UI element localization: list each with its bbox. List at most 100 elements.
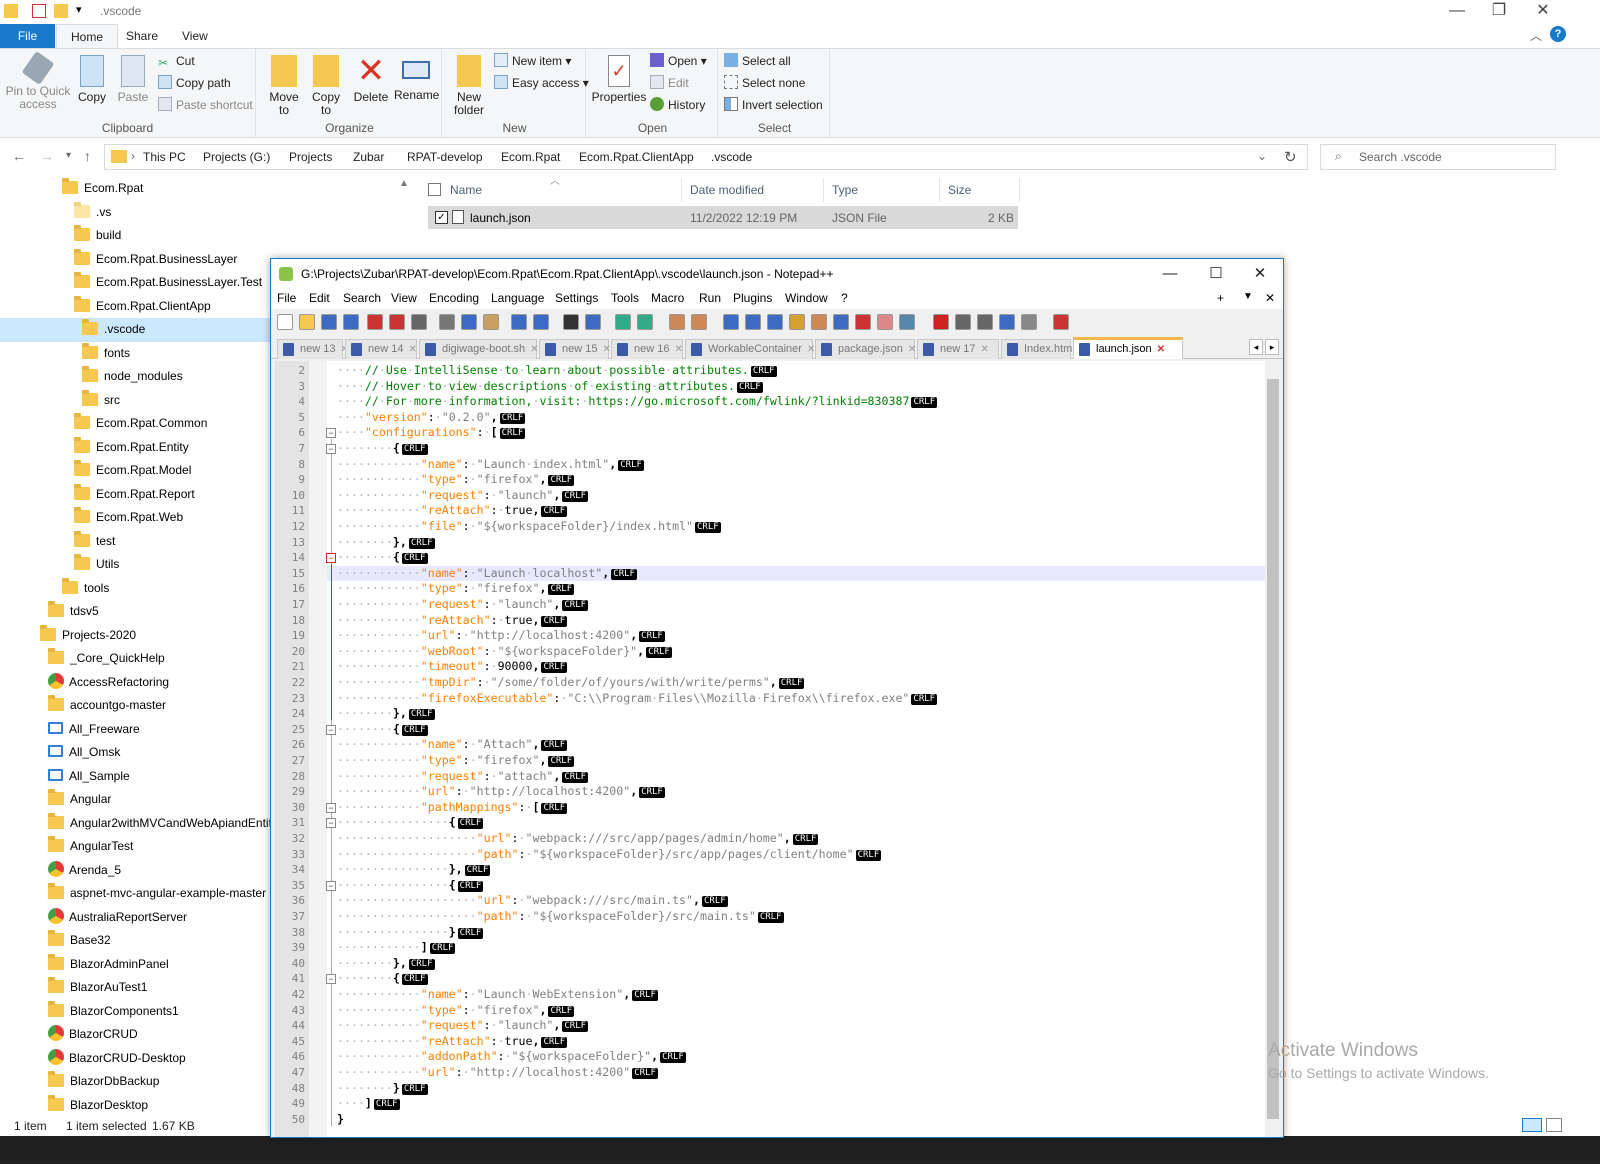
sync-horizontal-icon[interactable] [691, 314, 707, 330]
menu-macro[interactable]: Macro [651, 291, 684, 305]
breadcrumb-ecom-rpat[interactable]: Ecom.Rpat [495, 145, 566, 169]
breadcrumb-rpat-develop[interactable]: RPAT-develop [401, 145, 489, 169]
menu-search[interactable]: Search [343, 291, 381, 305]
paste-icon[interactable] [483, 314, 499, 330]
row-checkbox[interactable]: ✓ [435, 211, 448, 224]
rename-button[interactable]: Rename [394, 49, 439, 102]
stop-macro-icon[interactable] [955, 314, 971, 330]
paste-button[interactable]: Paste [114, 49, 152, 104]
doc-tab[interactable]: new 15 ✕ [539, 339, 611, 359]
menu-edit[interactable]: Edit [309, 291, 330, 305]
new-item-button[interactable]: New item ▾ [494, 51, 571, 71]
nav-item[interactable]: .vs [0, 201, 400, 225]
run-macro-multiple-icon[interactable] [999, 314, 1015, 330]
close-document-icon[interactable]: ✕ [1265, 291, 1275, 305]
history-button[interactable]: History [650, 95, 705, 115]
select-none-button[interactable]: Select none [724, 73, 805, 93]
doc-tab[interactable]: WorkableContainer ✕ [685, 339, 815, 359]
back-arrow-icon[interactable]: ← [12, 148, 26, 164]
scroll-up-icon[interactable]: ▲ [399, 178, 409, 189]
menu-help[interactable]: ? [841, 291, 848, 305]
fold-toggle-icon[interactable]: − [326, 724, 336, 735]
fold-toggle-icon[interactable]: − [326, 818, 336, 829]
doc-tab[interactable]: Index.htm✕ [1001, 339, 1086, 359]
zoom-in-icon[interactable] [615, 314, 631, 330]
invert-selection-button[interactable]: Invert selection [724, 95, 823, 115]
replace-icon[interactable] [585, 314, 601, 330]
delete-button[interactable]: ✕ Delete [352, 49, 390, 104]
close-tab-icon[interactable]: ✕ [602, 341, 610, 359]
copy-to-button[interactable]: Copy to [306, 49, 346, 117]
menu-settings[interactable]: Settings [555, 291, 598, 305]
forward-arrow-icon[interactable]: → [40, 148, 54, 164]
breadcrumb-zubar[interactable]: Zubar [347, 145, 390, 169]
fold-toggle-icon[interactable]: − [326, 974, 336, 985]
tab-list-dropdown-icon[interactable]: ▼ [1243, 291, 1253, 302]
breadcrumb-vscode[interactable]: .vscode [705, 145, 758, 169]
tab-share[interactable]: Share [112, 24, 172, 48]
close-tab-icon[interactable]: ✕ [1157, 341, 1165, 359]
find-icon[interactable] [563, 314, 579, 330]
close-tab-icon[interactable]: ✕ [530, 341, 538, 359]
close-icon[interactable] [367, 314, 383, 330]
tab-view[interactable]: View [168, 24, 222, 48]
menu-encoding[interactable]: Encoding [429, 291, 479, 305]
record-macro-icon[interactable] [933, 314, 949, 330]
cut-button[interactable]: ✂ Cut [158, 51, 195, 71]
fold-toggle-icon[interactable]: − [326, 428, 336, 439]
tabs-scroll-right-icon[interactable]: ▸ [1265, 339, 1279, 355]
undo-icon[interactable] [511, 314, 527, 330]
tabs-scroll-left-icon[interactable]: ◂ [1249, 339, 1263, 355]
doc-list-icon[interactable] [833, 314, 849, 330]
menu-plugins[interactable]: Plugins [733, 291, 772, 305]
save-all-icon[interactable] [343, 314, 359, 330]
npp-minimize-button[interactable]: — [1147, 259, 1193, 289]
doc-tab[interactable]: new 13✕ [277, 339, 349, 359]
menu-view[interactable]: View [391, 291, 417, 305]
open-file-icon[interactable] [299, 314, 315, 330]
nav-item[interactable]: build [0, 224, 400, 248]
monitor-icon[interactable] [899, 314, 915, 330]
properties-quick-icon[interactable] [32, 4, 46, 18]
indent-guide-icon[interactable] [767, 314, 783, 330]
column-date-modified[interactable]: Date modified [682, 178, 824, 202]
fold-toggle-icon[interactable]: − [326, 802, 336, 813]
tab-home[interactable]: Home [56, 24, 119, 48]
close-tab-icon[interactable]: ✕ [980, 341, 988, 359]
save-macro-icon[interactable] [1021, 314, 1037, 330]
select-all-checkbox[interactable] [428, 183, 441, 196]
save-icon[interactable] [321, 314, 337, 330]
address-dropdown-icon[interactable]: ⌄ [1257, 149, 1267, 163]
redo-icon[interactable] [533, 314, 549, 330]
new-folder-button[interactable]: New folder [448, 49, 490, 117]
doc-tab[interactable]: digiwage-boot.sh ✕ [419, 339, 539, 359]
zoom-out-icon[interactable] [637, 314, 653, 330]
new-folder-quick-icon[interactable] [54, 4, 68, 18]
tab-file[interactable]: File [0, 24, 55, 48]
breadcrumb-this-pc[interactable]: This PC [137, 145, 192, 169]
breadcrumb-projects[interactable]: Projects [283, 145, 338, 169]
doc-map-icon[interactable] [811, 314, 827, 330]
doc-tab[interactable]: package.json ✕ [815, 339, 916, 359]
code-editor[interactable]: 2 3 4 5 6 7 8 9 10 11 12 13 14 15 16 17 18 19 20 21 22 23 24 25… [275, 361, 1265, 1137]
select-all-button[interactable]: Select all [724, 51, 791, 71]
fold-toggle-icon[interactable]: − [326, 880, 336, 891]
easy-access-button[interactable]: Easy access ▾ [494, 73, 589, 93]
folder-workspace-icon[interactable] [877, 314, 893, 330]
collapse-ribbon-icon[interactable]: ︿ [1530, 27, 1542, 44]
large-icons-view-icon[interactable] [1546, 1118, 1562, 1132]
close-button[interactable]: ✕ [1520, 0, 1566, 24]
recent-locations-icon[interactable]: ▾ [66, 150, 71, 161]
close-tab-icon[interactable]: ✕ [674, 341, 682, 359]
npp-maximize-button[interactable]: ☐ [1193, 259, 1239, 289]
paste-shortcut-button[interactable]: Paste shortcut [158, 95, 253, 115]
doc-tab[interactable]: new 17 ✕ [917, 339, 999, 359]
copy-icon[interactable] [461, 314, 477, 330]
copy-button[interactable]: Copy [74, 49, 110, 104]
doc-tab[interactable]: new 16 ✕ [611, 339, 683, 359]
restore-button[interactable]: ❐ [1476, 0, 1522, 24]
fold-toggle-icon[interactable]: − [326, 444, 336, 454]
spell-check-icon[interactable] [1053, 314, 1069, 330]
nav-item[interactable]: Ecom.Rpat [0, 177, 400, 201]
breadcrumb-clientapp[interactable]: Ecom.Rpat.ClientApp [573, 145, 700, 169]
